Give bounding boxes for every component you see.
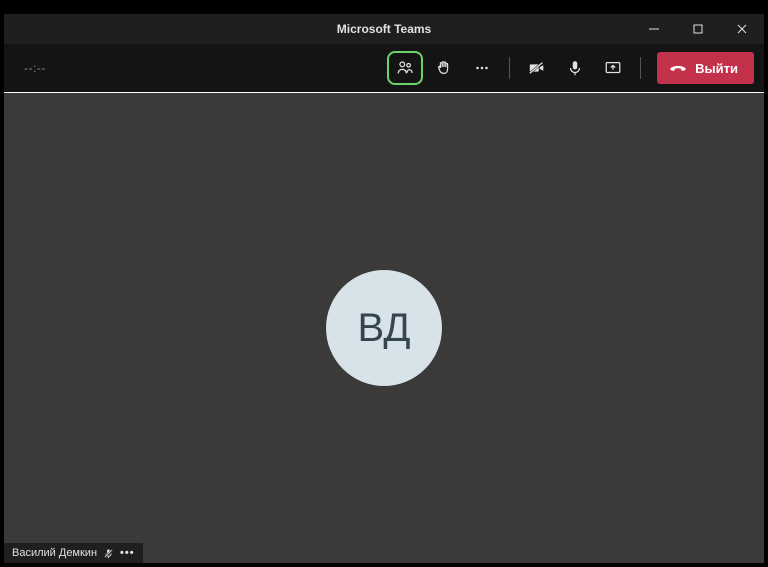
toolbar-separator [509, 57, 510, 79]
video-stage: ВД Василий Демкин ••• [4, 93, 764, 563]
call-timer: --:-- [24, 61, 46, 75]
title-bar: Microsoft Teams [4, 14, 764, 44]
share-screen-button[interactable] [596, 52, 630, 84]
participants-button[interactable] [387, 51, 423, 85]
maximize-button[interactable] [676, 14, 720, 44]
participant-more-button[interactable]: ••• [120, 547, 135, 559]
toolbar-separator-2 [640, 57, 641, 79]
window-controls [632, 14, 764, 44]
more-actions-button[interactable] [465, 52, 499, 84]
close-icon [737, 24, 747, 34]
participant-tag: Василий Демкин ••• [4, 543, 143, 563]
raise-hand-button[interactable] [427, 52, 461, 84]
leave-label: Выйти [695, 61, 738, 76]
app-window: Microsoft Teams --:-- [4, 14, 764, 563]
hangup-icon [669, 59, 687, 77]
share-icon [604, 59, 622, 77]
maximize-icon [693, 24, 703, 34]
people-icon [396, 59, 414, 77]
microphone-icon [566, 59, 584, 77]
call-toolbar: --:-- [4, 44, 764, 92]
minimize-icon [649, 24, 659, 34]
participant-name: Василий Демкин [12, 547, 97, 559]
microphone-button[interactable] [558, 52, 592, 84]
hand-icon [435, 59, 453, 77]
mic-muted-icon [103, 548, 114, 559]
camera-button[interactable] [520, 52, 554, 84]
minimize-button[interactable] [632, 14, 676, 44]
participant-avatar: ВД [326, 270, 442, 386]
more-icon [473, 59, 491, 77]
leave-button[interactable]: Выйти [657, 52, 754, 84]
window-title: Microsoft Teams [337, 22, 431, 36]
close-button[interactable] [720, 14, 764, 44]
avatar-initials: ВД [358, 306, 411, 351]
camera-off-icon [528, 59, 546, 77]
